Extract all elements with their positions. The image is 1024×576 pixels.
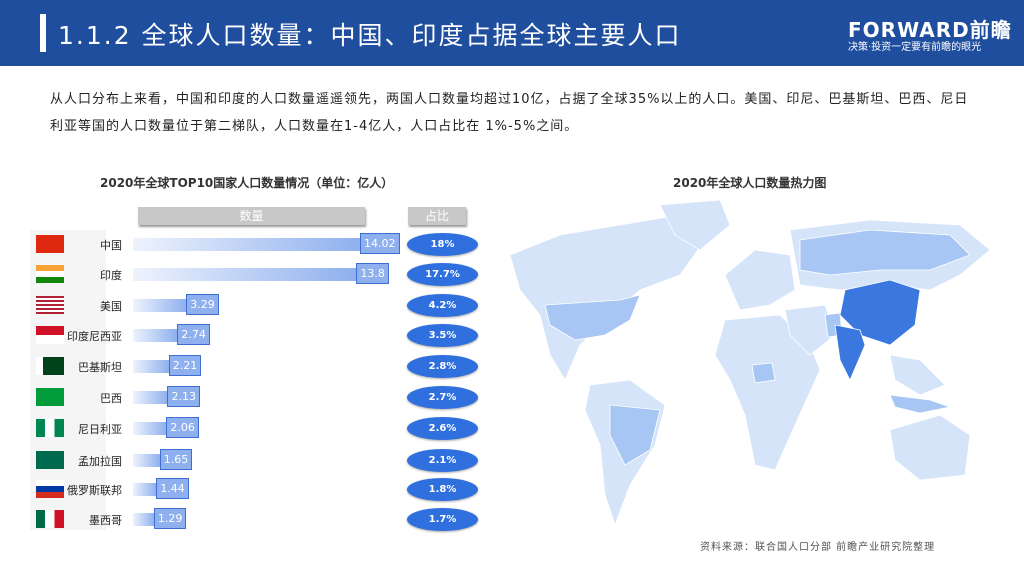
bar	[133, 391, 168, 404]
share-badge: 2.6%	[407, 417, 478, 440]
value-label: 1.29	[153, 508, 187, 529]
bar-row: 中国 14.02 18%	[30, 233, 490, 257]
bar-row: 孟加拉国 1.65 2.1%	[30, 449, 490, 473]
country-label: 墨西哥	[89, 514, 122, 527]
page-title: 1.1.2 全球人口数量：中国、印度占据全球主要人口	[58, 21, 682, 50]
value-label: 2.21	[168, 355, 202, 376]
value-label: 13.8	[356, 263, 389, 284]
indonesia	[889, 394, 952, 414]
bar	[133, 299, 187, 312]
value-label: 3.29	[186, 294, 219, 315]
country-label: 尼日利亚	[78, 423, 122, 436]
bar-row: 墨西哥 1.29 1.7%	[30, 508, 490, 532]
nigeria	[751, 362, 776, 384]
bar-row: 印度尼西亚 2.74 3.5%	[30, 324, 490, 348]
share-badge: 1.8%	[407, 478, 478, 501]
map-title: 2020年全球人口数量热力图	[673, 176, 827, 190]
country-label: 巴西	[100, 392, 122, 405]
country-label: 印度尼西亚	[67, 330, 122, 343]
india	[834, 324, 866, 381]
bar	[133, 329, 178, 342]
title-accent	[40, 14, 46, 52]
slogan: 决策·投资一定要有前瞻的眼光	[848, 42, 982, 53]
bar	[133, 513, 154, 526]
value-label: 14.02	[360, 233, 400, 254]
country-label: 美国	[100, 300, 122, 313]
share-badge: 3.5%	[407, 324, 478, 347]
value-column-header: 数量	[138, 207, 365, 225]
share-column-header: 占比	[408, 207, 466, 225]
bar	[133, 268, 357, 281]
southeast-asia	[889, 354, 946, 396]
value-label: 2.74	[177, 324, 210, 345]
source-note: 资料来源：联合国人口分部 前瞻产业研究院整理	[700, 542, 936, 553]
bar-row: 美国 3.29 4.2%	[30, 294, 490, 318]
share-badge: 2.8%	[407, 355, 478, 378]
chart-title: 2020年全球TOP10国家人口数量情况（单位：亿人）	[100, 176, 394, 190]
value-label: 2.06	[166, 417, 199, 438]
value-label: 1.44	[156, 478, 189, 499]
australia	[889, 414, 971, 481]
bar-row: 尼日利亚 2.06 2.6%	[30, 417, 490, 441]
bar-row: 俄罗斯联邦 1.44 1.8%	[30, 478, 490, 502]
bar-row: 印度 13.8 17.7%	[30, 263, 490, 287]
country-label: 俄罗斯联邦	[67, 484, 122, 497]
bar	[133, 454, 160, 467]
intro-text: 从人口分布上来看，中国和印度的人口数量遥遥领先，两国人口数量均超过10亿，占据了…	[50, 92, 969, 134]
bar	[133, 360, 169, 373]
share-badge: 18%	[407, 233, 478, 256]
bar-row: 巴基斯坦 2.21 2.8%	[30, 355, 490, 379]
north-america	[509, 214, 706, 381]
share-badge: 1.7%	[407, 508, 478, 531]
country-label: 孟加拉国	[78, 455, 122, 468]
share-badge: 2.1%	[407, 449, 478, 472]
bar-row: 巴西 2.13 2.7%	[30, 386, 490, 410]
world-heat-map	[509, 199, 990, 527]
country-label: 巴基斯坦	[78, 361, 122, 374]
value-label: 1.65	[159, 449, 193, 470]
bar	[133, 238, 360, 251]
europe	[724, 249, 796, 311]
header-bar: 1.1.2 全球人口数量：中国、印度占据全球主要人口 FORWARD前瞻 决策·…	[0, 0, 1024, 66]
share-badge: 17.7%	[407, 263, 478, 286]
bar	[133, 422, 167, 435]
value-label: 2.13	[167, 386, 200, 407]
country-label: 中国	[100, 239, 122, 252]
country-label: 印度	[100, 269, 122, 282]
bar	[133, 483, 157, 496]
share-badge: 2.7%	[407, 386, 478, 409]
share-badge: 4.2%	[407, 294, 478, 317]
